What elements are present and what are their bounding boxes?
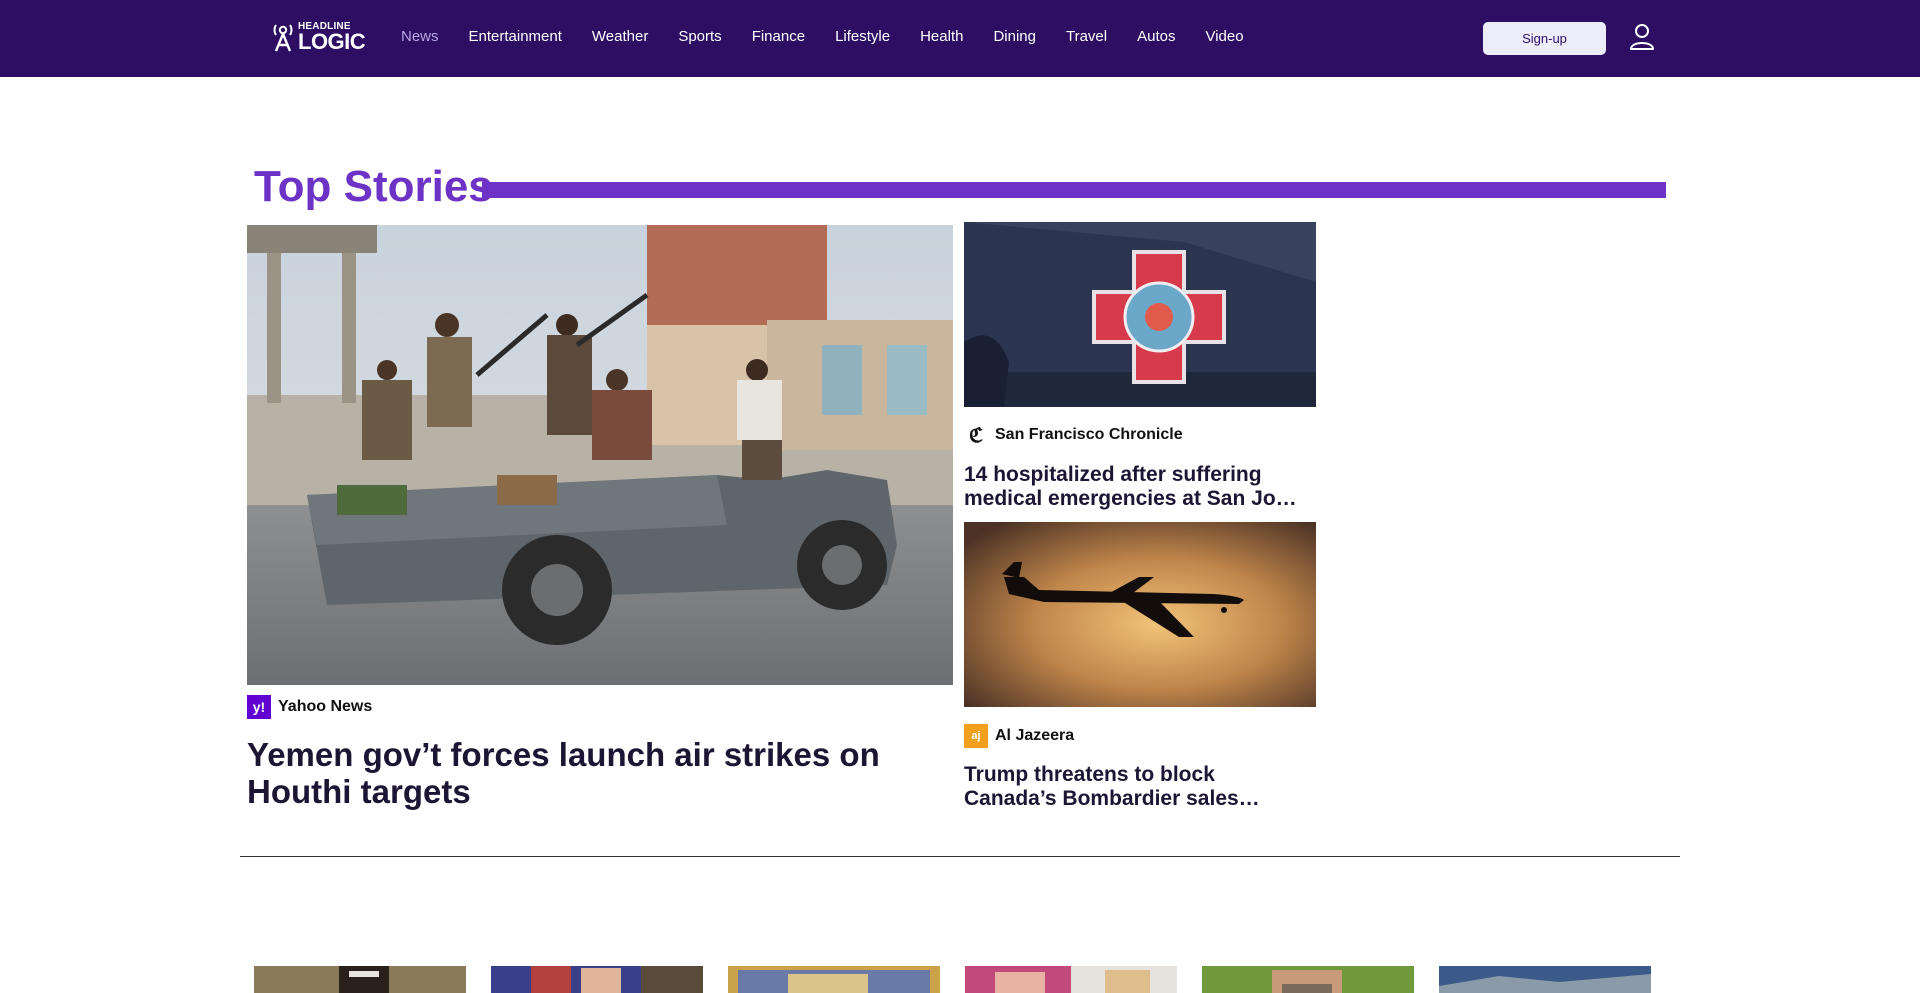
nav-item-video[interactable]: Video — [1190, 28, 1258, 45]
side-story-source-2[interactable]: aj Al Jazeera — [964, 724, 1074, 748]
thumbnail-photo — [728, 966, 940, 993]
nav-item-health[interactable]: Health — [905, 28, 978, 45]
al-jazeera-logo-icon: aj — [964, 724, 988, 748]
main-nav: News Entertainment Weather Sports Financ… — [386, 28, 1259, 45]
section-divider — [240, 856, 1680, 857]
user-icon[interactable] — [1627, 22, 1657, 52]
nav-item-news[interactable]: News — [386, 28, 454, 45]
fire-department-patch-photo — [964, 222, 1316, 407]
side-story-image-1[interactable] — [964, 222, 1316, 407]
source-name: Al Jazeera — [995, 727, 1075, 744]
headline-line: 14 hospitalized after suffering — [964, 463, 1262, 486]
airplane-silhouette-photo — [964, 522, 1316, 707]
story-thumbnail[interactable] — [254, 966, 466, 993]
section-title: Top Stories — [254, 162, 493, 211]
feature-story-source[interactable]: y! Yahoo News — [247, 695, 372, 719]
thumbnail-photo — [491, 966, 703, 993]
feature-story-headline[interactable]: Yemen gov’t forces launch air strikes on… — [247, 736, 947, 810]
site-logo[interactable]: HEADLINE LOGIC — [272, 20, 366, 54]
side-story-image-2[interactable] — [964, 522, 1316, 707]
story-thumbnail[interactable] — [728, 966, 940, 993]
nav-item-weather[interactable]: Weather — [577, 28, 663, 45]
section-title-rule — [482, 182, 1666, 198]
headline-line: medical emergencies at San Jo… — [964, 487, 1297, 510]
more-stories-thumbnails — [254, 966, 1651, 993]
story-thumbnail[interactable] — [491, 966, 703, 993]
nav-item-lifestyle[interactable]: Lifestyle — [820, 28, 905, 45]
nav-item-autos[interactable]: Autos — [1122, 28, 1190, 45]
logo-big-text: LOGIC — [298, 28, 366, 54]
side-story-source-1[interactable]: ℭ San Francisco Chronicle — [964, 423, 1183, 447]
thumbnail-photo — [1439, 966, 1651, 993]
source-name: San Francisco Chronicle — [995, 426, 1183, 443]
side-story-headline-2[interactable]: Trump threatens to block Canada’s Bombar… — [964, 763, 1316, 811]
feature-story-image[interactable] — [247, 225, 953, 685]
thumbnail-photo — [254, 966, 466, 993]
thumbnail-photo — [1202, 966, 1414, 993]
top-navigation-bar: HEADLINE LOGIC News Entertainment Weathe… — [0, 0, 1920, 77]
nav-item-dining[interactable]: Dining — [978, 28, 1051, 45]
nav-item-travel[interactable]: Travel — [1051, 28, 1122, 45]
nav-item-entertainment[interactable]: Entertainment — [454, 28, 577, 45]
pickup-truck-photo — [247, 225, 953, 685]
thumbnail-photo — [965, 966, 1177, 993]
story-thumbnail[interactable] — [1202, 966, 1414, 993]
broadcast-tower-icon — [273, 24, 293, 52]
sign-up-button[interactable]: Sign-up — [1483, 22, 1606, 55]
side-story-headline-1[interactable]: 14 hospitalized after suffering medical … — [964, 463, 1316, 511]
chronicle-logo-icon: ℭ — [968, 423, 984, 447]
source-name: Yahoo News — [278, 698, 373, 715]
nav-item-sports[interactable]: Sports — [663, 28, 736, 45]
headline-line: Canada’s Bombardier sales… — [964, 787, 1260, 810]
yahoo-logo-icon: y! — [247, 695, 271, 719]
nav-item-finance[interactable]: Finance — [737, 28, 820, 45]
story-thumbnail[interactable] — [1439, 966, 1651, 993]
headline-line: Trump threatens to block — [964, 763, 1215, 786]
story-thumbnail[interactable] — [965, 966, 1177, 993]
